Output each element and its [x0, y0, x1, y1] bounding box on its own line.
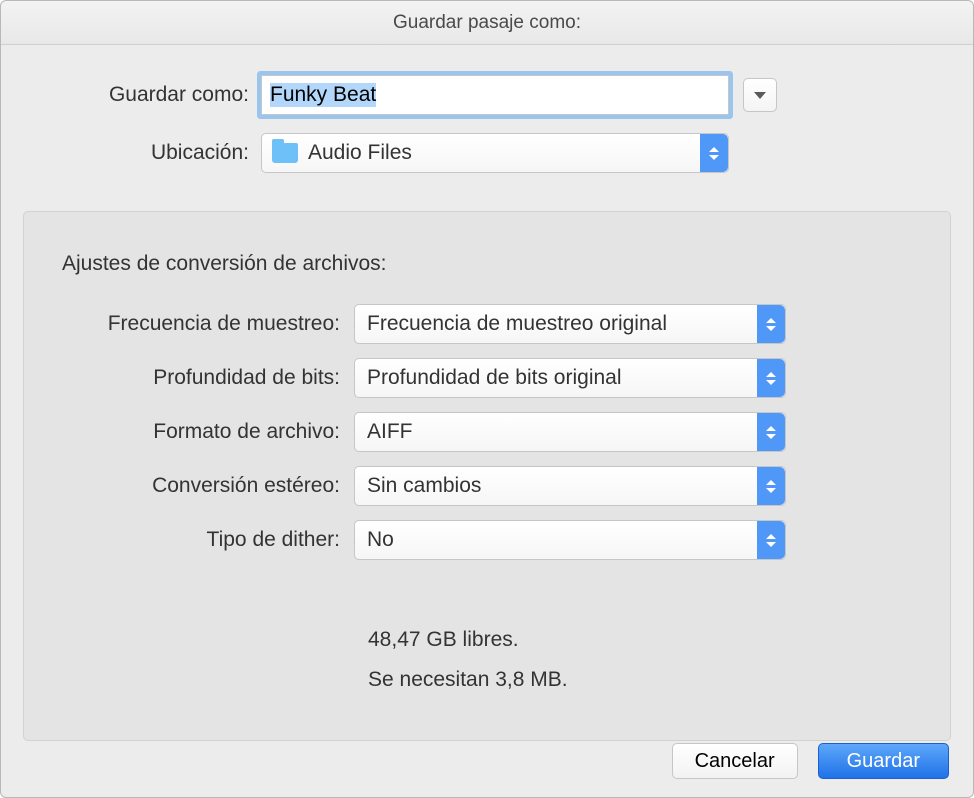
save-as-label: Guardar como:	[41, 83, 261, 107]
file-format-value: AIFF	[367, 420, 413, 444]
free-space-text: 48,47 GB libres.	[368, 620, 920, 660]
stereo-conversion-row: Conversión estéreo: Sin cambios	[54, 466, 920, 506]
updown-arrows-icon	[757, 359, 785, 397]
location-label: Ubicación:	[41, 141, 261, 165]
bit-depth-row: Profundidad de bits: Profundidad de bits…	[54, 358, 920, 398]
folder-icon	[272, 143, 298, 163]
stereo-conversion-select[interactable]: Sin cambios	[354, 466, 786, 506]
dither-type-row: Tipo de dither: No	[54, 520, 920, 560]
location-row: Ubicación: Audio Files	[41, 133, 933, 173]
updown-arrows-icon	[757, 413, 785, 451]
settings-panel: Ajustes de conversión de archivos: Frecu…	[23, 211, 951, 741]
stereo-conversion-value: Sin cambios	[367, 474, 481, 498]
info-block: 48,47 GB libres. Se necesitan 3,8 MB.	[54, 620, 920, 700]
file-format-row: Formato de archivo: AIFF	[54, 412, 920, 452]
save-as-row: Guardar como:	[41, 75, 933, 115]
stereo-conversion-label: Conversión estéreo:	[54, 474, 354, 498]
dialog-title: Guardar pasaje como:	[1, 1, 973, 45]
chevron-down-icon	[754, 92, 766, 99]
button-bar: Cancelar Guardar	[672, 743, 949, 779]
filename-input[interactable]	[261, 75, 729, 115]
updown-arrows-icon	[757, 305, 785, 343]
sample-rate-row: Frecuencia de muestreo: Frecuencia de mu…	[54, 304, 920, 344]
file-format-label: Formato de archivo:	[54, 420, 354, 444]
updown-arrows-icon	[757, 467, 785, 505]
expand-button[interactable]	[743, 78, 777, 112]
dither-type-select[interactable]: No	[354, 520, 786, 560]
needed-space-text: Se necesitan 3,8 MB.	[368, 660, 920, 700]
updown-arrows-icon	[700, 134, 728, 172]
updown-arrows-icon	[757, 521, 785, 559]
bit-depth-select[interactable]: Profundidad de bits original	[354, 358, 786, 398]
cancel-button[interactable]: Cancelar	[672, 743, 798, 779]
file-format-select[interactable]: AIFF	[354, 412, 786, 452]
filename-wrap	[261, 75, 777, 115]
location-select[interactable]: Audio Files	[261, 133, 729, 173]
sample-rate-label: Frecuencia de muestreo:	[54, 312, 354, 336]
save-dialog: Guardar pasaje como: Guardar como: Ubica…	[0, 0, 974, 798]
dither-type-value: No	[367, 528, 394, 552]
save-button[interactable]: Guardar	[818, 743, 949, 779]
top-section: Guardar como: Ubicación: Audio Files	[1, 45, 973, 211]
dither-type-label: Tipo de dither:	[54, 528, 354, 552]
bit-depth-value: Profundidad de bits original	[367, 366, 622, 390]
bit-depth-label: Profundidad de bits:	[54, 366, 354, 390]
sample-rate-value: Frecuencia de muestreo original	[367, 312, 667, 336]
sample-rate-select[interactable]: Frecuencia de muestreo original	[354, 304, 786, 344]
location-value: Audio Files	[308, 141, 412, 165]
settings-heading: Ajustes de conversión de archivos:	[62, 252, 920, 276]
